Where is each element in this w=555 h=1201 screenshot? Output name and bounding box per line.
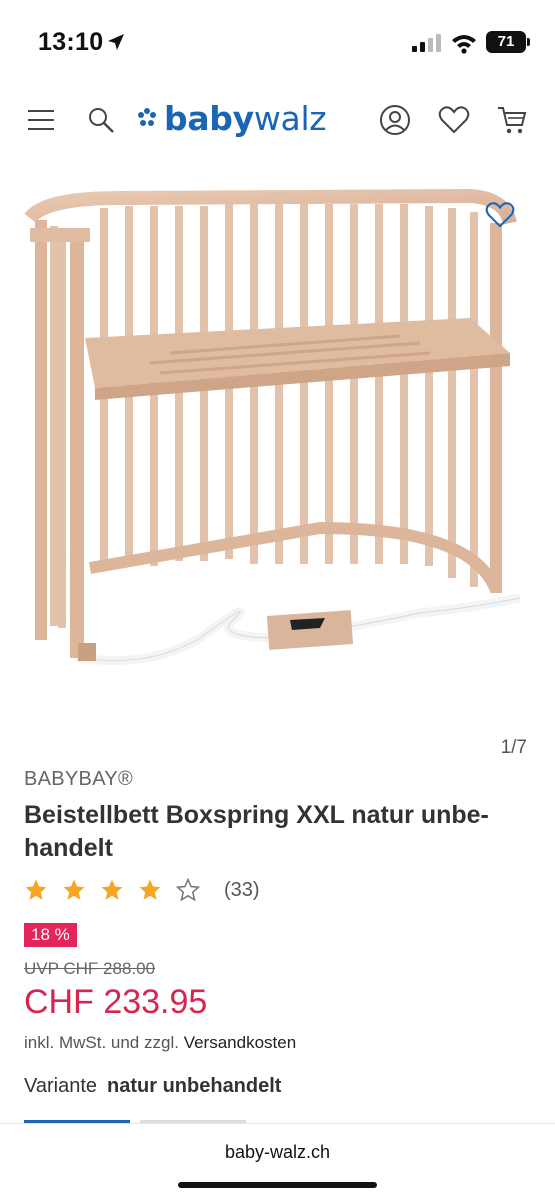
status-bar: 13:10 71 [0, 0, 555, 80]
battery-indicator: 71 [486, 31, 526, 53]
tax-text: inkl. MwSt. und zzgl. [24, 1033, 179, 1052]
discount-badge: 18 % [24, 923, 77, 947]
tax-info: inkl. MwSt. und zzgl. Versandkosten [24, 1033, 296, 1053]
url-text[interactable]: baby-walz.ch [0, 1142, 555, 1163]
logo-part-baby: baby [164, 98, 254, 138]
variant-value: natur unbehandelt [107, 1075, 282, 1097]
add-to-wishlist-button[interactable] [482, 197, 518, 233]
status-time: 13:10 [38, 28, 104, 56]
search-icon[interactable] [86, 88, 116, 152]
browser-url-bar[interactable]: baby-walz.ch [0, 1123, 555, 1201]
wifi-icon [452, 35, 476, 54]
location-arrow-icon [108, 34, 124, 50]
logo-part-walz: walz [253, 98, 327, 138]
variant-label: Variante [24, 1075, 98, 1097]
rating-stars[interactable]: (33) [24, 878, 260, 902]
product-brand[interactable]: BABYBAY® [24, 768, 133, 791]
logo-wordmark: babywalz [164, 98, 327, 138]
current-price: CHF 233.95 [24, 983, 208, 1021]
star-filled-icon [25, 879, 47, 900]
site-logo[interactable]: babywalz [136, 96, 327, 140]
logo-flower-icon [138, 108, 156, 126]
heart-icon [485, 202, 515, 228]
star-empty-icon [176, 878, 200, 902]
menu-icon[interactable] [26, 88, 56, 152]
product-image[interactable] [0, 168, 555, 738]
product-title: Beistellbett Boxspring XXL natur unbe-ha… [24, 801, 489, 862]
home-indicator[interactable] [178, 1182, 377, 1188]
wishlist-icon[interactable] [437, 88, 471, 152]
battery-tip [527, 38, 530, 46]
original-price: UVP CHF 288.00 [24, 959, 156, 978]
image-counter: 1/7 [500, 737, 527, 758]
star-filled-icon [139, 879, 161, 900]
cart-icon[interactable] [495, 88, 529, 152]
variant-selector-label: Variante natur unbehandelt [24, 1075, 281, 1098]
cellular-signal-icon [412, 34, 441, 52]
account-icon[interactable] [378, 88, 412, 152]
shipping-cost-link[interactable]: Versandkosten [184, 1033, 296, 1052]
star-filled-icon [101, 879, 123, 900]
review-count[interactable]: (33) [224, 879, 260, 902]
star-filled-icon [63, 879, 85, 900]
